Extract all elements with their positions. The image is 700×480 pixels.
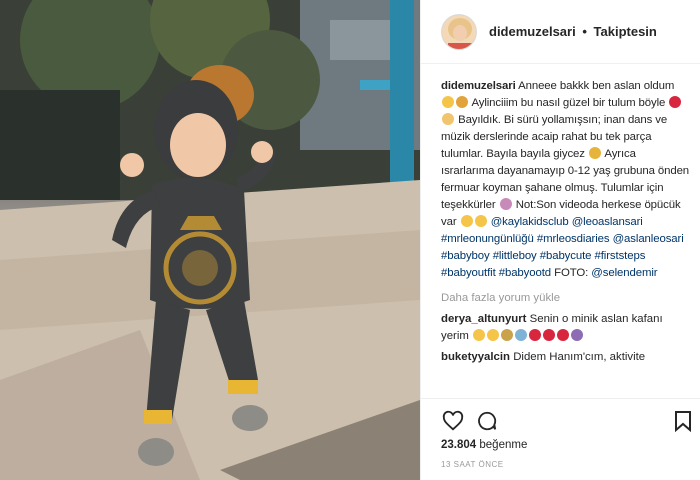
emoji-icon	[473, 329, 486, 341]
hashtag-littleboy[interactable]: #littleboy	[493, 250, 537, 262]
caption-username[interactable]: didemuzelsari	[441, 80, 516, 92]
likes-count[interactable]: 23.804 beğenme	[441, 439, 527, 451]
mention-leoaslansari[interactable]: @leoaslansari	[572, 216, 643, 228]
header-text: didemuzelsari • Takiptesin	[489, 24, 657, 39]
comment-text: Didem Hanım'cım, aktivite	[513, 351, 646, 363]
hashtag-firststeps[interactable]: #firststeps	[594, 250, 645, 262]
caption-text-1: Anneee bakkk ben aslan oldum	[518, 80, 675, 92]
post-panel: didemuzelsari • Takiptesin didemuzelsari…	[420, 0, 700, 480]
comment-item: buketyyalcin Didem Hanım'cım, aktivite	[441, 349, 691, 366]
hashtag-mrleonungunlugu[interactable]: #mrleonungünlüğü	[441, 233, 534, 245]
photo-illustration	[0, 0, 420, 480]
heart-emoji-icon	[557, 329, 570, 341]
likes-number: 23.804	[441, 439, 477, 451]
hashtag-mrleosdiaries[interactable]: #mrleosdiaries	[537, 233, 610, 245]
caption: didemuzelsari Anneee bakkk ben aslan old…	[441, 78, 691, 282]
caption-text-2: Aylinciiim bu nasıl güzel bir tulum böyl…	[471, 97, 666, 109]
heart-icon[interactable]	[441, 409, 465, 433]
emoji-icon	[515, 329, 528, 341]
kiss-emoji-icon	[460, 215, 473, 227]
load-more-comments-button[interactable]: Daha fazla yorum yükle	[441, 290, 691, 307]
avatar[interactable]	[441, 13, 477, 50]
emoji-icon	[501, 329, 514, 341]
emoji-icon	[442, 96, 454, 108]
mention-aslanleosari[interactable]: @aslanleosari	[613, 233, 684, 245]
emoji-icon	[571, 329, 584, 341]
hashtag-babycute[interactable]: #babycute	[540, 250, 592, 262]
hashtag-babyootd[interactable]: #babyootd	[499, 267, 551, 279]
comments-section: didemuzelsari Anneee bakkk ben aslan old…	[441, 78, 691, 366]
actions-bar: 23.804 beğenme 13 SAAT ÖNCE	[421, 398, 700, 480]
heart-emoji-icon	[529, 329, 542, 341]
heart-emoji-icon	[543, 329, 556, 341]
post-time: 13 SAAT ÖNCE	[441, 460, 504, 469]
bookmark-icon[interactable]	[671, 409, 695, 433]
grinning-emoji-icon	[588, 147, 601, 159]
header-username[interactable]: didemuzelsari	[489, 24, 576, 39]
likes-word: beğenme	[479, 439, 528, 451]
kiss-emoji-icon-2	[474, 215, 487, 227]
comment-bubble-icon[interactable]	[475, 409, 499, 433]
hashtag-babyoutfit[interactable]: #babyoutfit	[441, 267, 496, 279]
hashtag-babyboy[interactable]: #babyboy	[441, 250, 490, 262]
red-heart-icon	[669, 96, 682, 108]
mention-selendemir[interactable]: @selendemir	[591, 267, 657, 279]
mention-kaylakidsclub[interactable]: @kaylakidsclub	[491, 216, 569, 228]
comment-item: derya_altunyurt Senin o minik aslan kafa…	[441, 311, 691, 345]
comment-username[interactable]: buketyyalcin	[441, 351, 510, 363]
emoji-icon	[487, 329, 500, 341]
header-separator: •	[582, 24, 587, 39]
post-photo[interactable]	[0, 0, 420, 480]
thumbs-up-emoji-icon	[442, 113, 454, 125]
foto-label: FOTO:	[554, 267, 589, 279]
person-emoji-icon	[499, 198, 512, 210]
post-header: didemuzelsari • Takiptesin	[421, 0, 700, 64]
lion-emoji-icon	[456, 96, 468, 108]
comment-username[interactable]: derya_altunyurt	[441, 313, 526, 325]
follow-status-button[interactable]: Takiptesin	[594, 24, 657, 39]
